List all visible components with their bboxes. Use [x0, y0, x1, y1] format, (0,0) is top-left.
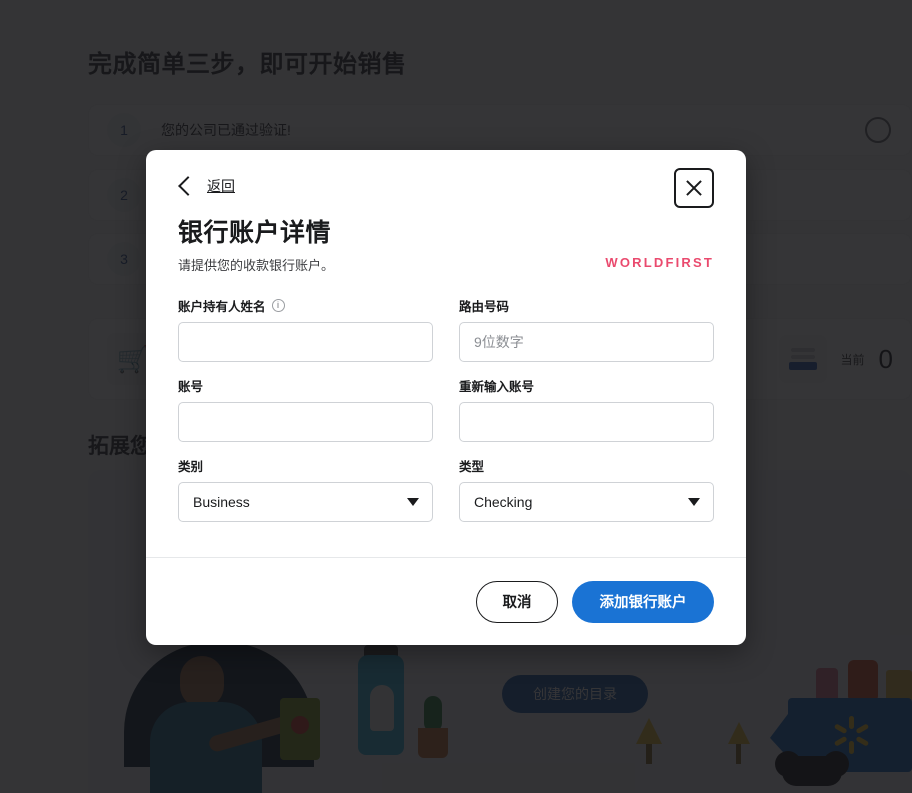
info-icon[interactable]: i	[271, 299, 285, 312]
account-holder-input[interactable]	[178, 322, 433, 362]
field-label-text: 类别	[178, 460, 204, 474]
modal-subtitle: 请提供您的收款银行账户。	[178, 258, 335, 273]
field-label: 类型	[459, 456, 714, 475]
modal-title: 银行账户详情	[178, 219, 332, 247]
close-icon	[684, 178, 704, 198]
field-label-text: 账号	[178, 380, 204, 394]
field-label-text: 路由号码	[459, 300, 510, 314]
chevron-left-icon	[178, 176, 198, 196]
field-reenter-account-number: 重新输入账号	[459, 376, 714, 442]
routing-number-input[interactable]	[459, 322, 714, 362]
field-label: 重新输入账号	[459, 376, 714, 395]
type-select[interactable]: Checking	[459, 482, 714, 522]
modal-footer: 取消 添加银行账户	[146, 557, 746, 645]
bank-account-form: 账户持有人姓名 i 路由号码 账号	[178, 296, 714, 522]
account-number-input[interactable]	[178, 402, 433, 442]
back-link[interactable]: 返回	[207, 176, 235, 196]
field-label-text: 类型	[459, 460, 485, 474]
field-label: 账户持有人姓名 i	[178, 296, 433, 315]
reenter-account-number-input[interactable]	[459, 402, 714, 442]
modal-body: 返回 银行账户详情 请提供您的收款银行账户。 WORLDFIRST 账户持有人姓…	[146, 150, 746, 557]
field-label-text: 重新输入账号	[459, 380, 535, 394]
field-label: 类别	[178, 456, 433, 475]
field-account-holder: 账户持有人姓名 i	[178, 296, 433, 362]
field-label: 账号	[178, 376, 433, 395]
field-account-number: 账号	[178, 376, 433, 442]
bank-account-modal: 返回 银行账户详情 请提供您的收款银行账户。 WORLDFIRST 账户持有人姓…	[146, 150, 746, 645]
field-type: 类型 Checking	[459, 456, 714, 522]
field-routing-number: 路由号码	[459, 296, 714, 362]
field-label: 路由号码	[459, 296, 714, 315]
worldfirst-logo: WORLDFIRST	[605, 255, 714, 270]
back-navigation[interactable]: 返回	[178, 176, 714, 196]
category-select[interactable]: Business	[178, 482, 433, 522]
close-button[interactable]	[674, 168, 714, 208]
app-root: 完成简单三步，即可开始销售 1 您的公司已通过验证! 2 3 🛒	[0, 0, 912, 793]
modal-header: 银行账户详情 请提供您的收款银行账户。 WORLDFIRST	[178, 218, 714, 274]
field-label-text: 账户持有人姓名	[178, 300, 266, 314]
cancel-button[interactable]: 取消	[476, 580, 558, 623]
add-bank-account-button[interactable]: 添加银行账户	[572, 580, 714, 623]
field-category: 类别 Business	[178, 456, 433, 522]
